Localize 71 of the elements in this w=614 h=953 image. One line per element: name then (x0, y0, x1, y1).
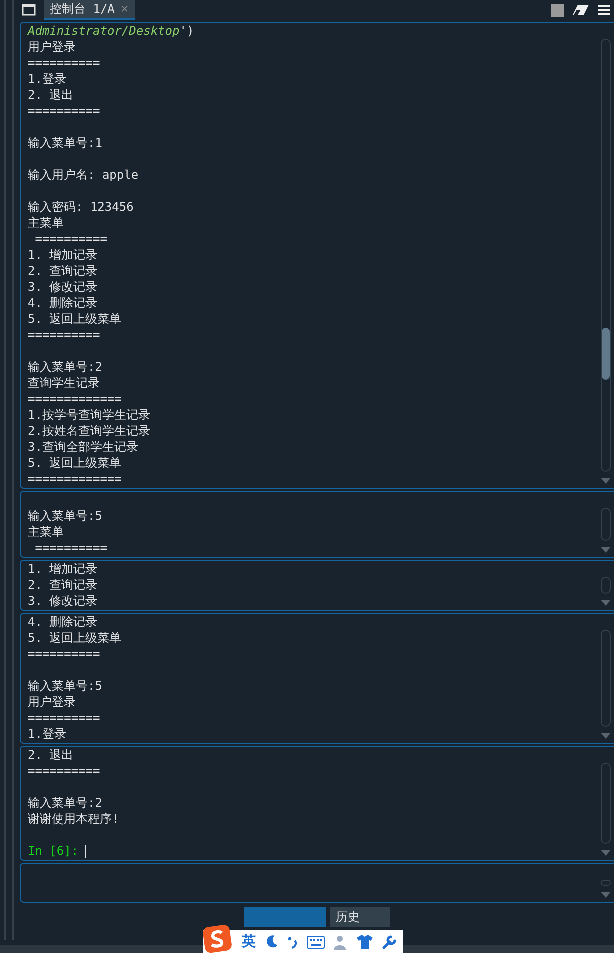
scroll-down-icon[interactable] (601, 892, 611, 898)
text-cursor (84, 844, 86, 858)
scrollbar[interactable] (601, 508, 611, 541)
scroll-down-icon[interactable] (601, 733, 611, 739)
output-line: 用户登录 (28, 694, 76, 710)
output-line: 4. 删除记录 (28, 295, 98, 311)
input-prompt: In [6]: (28, 843, 79, 859)
scroll-down-icon[interactable] (601, 850, 611, 856)
scrollbar[interactable] (601, 577, 611, 594)
output-line: 输入菜单号:2 (28, 359, 102, 375)
output-line: ========== (28, 763, 100, 779)
shirt-icon[interactable] (357, 935, 373, 949)
output-line: 5. 返回上级菜单 (28, 455, 122, 471)
menu-icon[interactable] (598, 4, 610, 16)
scrollbar[interactable] (601, 630, 611, 727)
output-line: 2. 查询记录 (28, 263, 98, 279)
person-icon[interactable] (334, 934, 348, 950)
output-line: 1. 增加记录 (28, 247, 98, 263)
output-line: 输入菜单号:2 (28, 795, 102, 811)
output-line: 1. 增加记录 (28, 561, 98, 577)
output-line: 4. 删除记录 (28, 614, 98, 630)
scroll-down-icon[interactable] (601, 478, 611, 484)
output-line: 输入用户名: apple (28, 167, 139, 183)
comma-icon[interactable] (288, 935, 298, 949)
output-line: 2. 查询记录 (28, 577, 98, 593)
output-line: 输入菜单号:1 (28, 135, 102, 151)
output-line: ========== (28, 710, 100, 726)
output-line: 主菜单 (28, 524, 64, 540)
output-line: 5. 返回上级菜单 (28, 630, 122, 646)
output-line: ============= (28, 471, 122, 487)
eraser-icon[interactable] (572, 4, 590, 16)
output-line: 3.查询全部学生记录 (28, 439, 138, 455)
output-line: 1.登录 (28, 71, 66, 87)
output-line: 输入菜单号:5 (28, 678, 102, 694)
output-line: 输入密码: 123456 (28, 199, 134, 215)
scrollbar[interactable] (601, 880, 611, 886)
output-line: 2. 退出 (28, 87, 74, 103)
output-line: ========== (34, 231, 108, 247)
output-line: 1.按学号查询学生记录 (28, 407, 150, 423)
window-icon[interactable] (22, 4, 36, 16)
bottom-tab[interactable]: 历史 (330, 907, 390, 927)
output-line: ========== (28, 55, 100, 71)
output-line: ========== (28, 327, 100, 343)
output-line: 谢谢使用本程序! (28, 811, 120, 827)
output-line: 2.按姓名查询学生记录 (28, 423, 150, 439)
output-line: 3. 修改记录 (28, 593, 98, 609)
output-line: Administrator/Desktop') (28, 23, 194, 39)
scrollbar[interactable] (601, 39, 611, 472)
output-line: 输入菜单号:5 (28, 508, 102, 524)
output-line: ============= (28, 391, 122, 407)
keyboard-icon[interactable] (307, 936, 325, 948)
language-toggle[interactable]: 英 (242, 933, 256, 951)
output-line: 1.登录 (28, 726, 66, 742)
ime-logo-icon[interactable] (203, 925, 233, 953)
scroll-down-icon[interactable] (601, 600, 611, 606)
scroll-down-icon[interactable] (601, 547, 611, 553)
output-line: 3. 修改记录 (28, 279, 98, 295)
output-line: 2. 退出 (28, 747, 74, 763)
output-line: ========== (28, 103, 100, 119)
output-line: 查询学生记录 (28, 375, 100, 391)
moon-icon[interactable] (265, 935, 279, 949)
scrollbar-thumb[interactable] (602, 328, 610, 380)
scrollbar[interactable] (601, 763, 611, 844)
output-line: 用户登录 (28, 39, 76, 55)
output-line: ========== (34, 540, 108, 556)
wrench-icon[interactable] (382, 934, 397, 950)
output-line: 5. 返回上级菜单 (28, 311, 122, 327)
output-line: ========== (28, 646, 100, 662)
output-line: 主菜单 (28, 215, 64, 231)
console-tab[interactable]: 控制台 1/A × (44, 0, 135, 20)
stop-icon[interactable] (551, 4, 564, 16)
